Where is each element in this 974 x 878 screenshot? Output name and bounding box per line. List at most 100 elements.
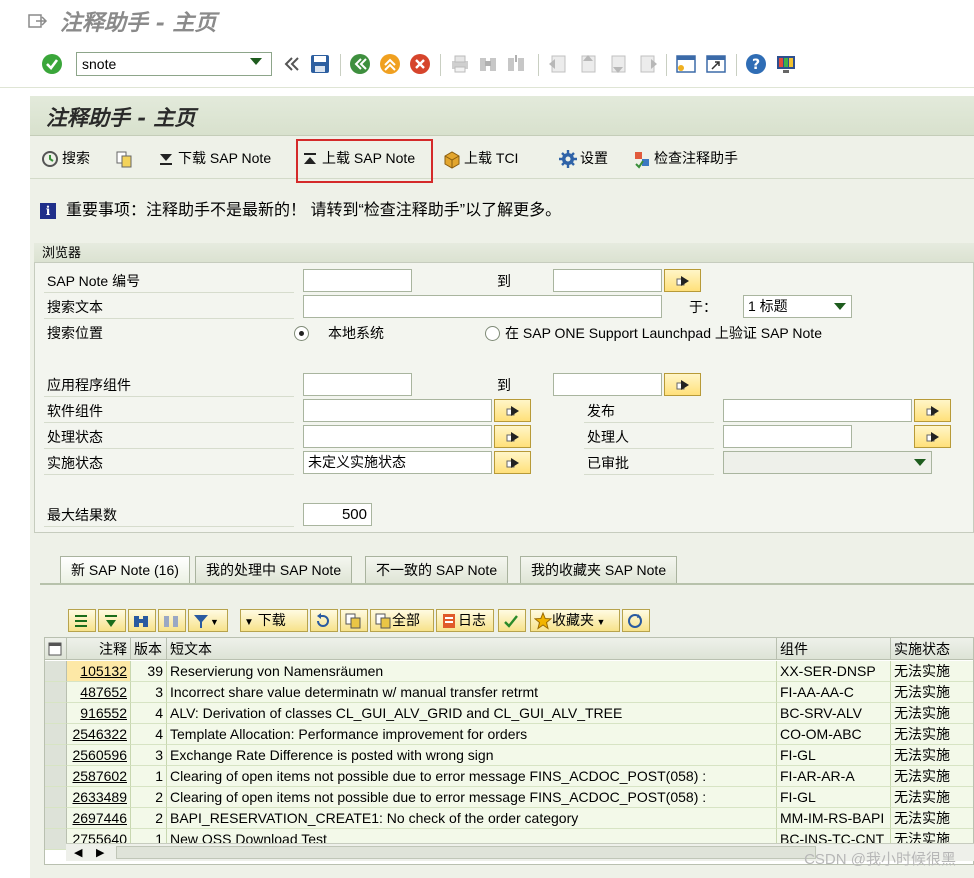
column-header-status[interactable]: 实施状态: [891, 638, 973, 660]
implementation-status-input[interactable]: 未定义实施状态: [303, 451, 492, 474]
table-row[interactable]: 105132 39 Reservierung von Namensräumen XX-…: [45, 661, 973, 682]
multiple-selection-button[interactable]: [664, 373, 701, 396]
download-dropdown-button[interactable]: ▼ 下载: [240, 609, 308, 632]
edit-button[interactable]: [498, 609, 526, 632]
row-selector[interactable]: [45, 766, 67, 787]
row-selector[interactable]: [45, 745, 67, 766]
scroll-right-icon[interactable]: ▶: [96, 844, 104, 861]
app-component-to-input[interactable]: [553, 373, 662, 396]
exit-icon[interactable]: [378, 52, 402, 76]
column-header-short-text[interactable]: 短文本: [167, 638, 777, 660]
note-link[interactable]: 105132: [80, 663, 127, 679]
processing-status-input[interactable]: [303, 425, 492, 448]
double-chevron-left-icon[interactable]: [280, 52, 304, 76]
new-session-icon[interactable]: [674, 52, 698, 76]
sort-ascending-button[interactable]: [68, 609, 96, 632]
print-icon[interactable]: [448, 52, 472, 76]
note-link[interactable]: 2546322: [72, 726, 127, 742]
multiple-selection-button[interactable]: [494, 399, 531, 422]
cell-note[interactable]: 2587602: [67, 766, 131, 787]
save-icon[interactable]: [308, 52, 332, 76]
note-link[interactable]: 2633489: [72, 789, 127, 805]
cell-note[interactable]: 916552: [67, 703, 131, 724]
download-note-button[interactable]: 下载 SAP Note: [156, 145, 271, 171]
note-number-to-input[interactable]: [553, 269, 662, 292]
row-selector[interactable]: [45, 703, 67, 724]
note-link[interactable]: 487652: [80, 684, 127, 700]
copy-button[interactable]: [114, 145, 136, 171]
cell-note[interactable]: 487652: [67, 682, 131, 703]
row-selector[interactable]: [45, 829, 67, 850]
filter-button[interactable]: ▼: [188, 609, 228, 632]
cell-note[interactable]: 2560596: [67, 745, 131, 766]
cell-note[interactable]: 2546322: [67, 724, 131, 745]
favorites-dropdown-button[interactable]: 收藏夹 ▼: [530, 609, 620, 632]
tab-in-process[interactable]: 我的处理中 SAP Note: [195, 556, 353, 583]
sort-descending-button[interactable]: [98, 609, 126, 632]
scroll-left-icon[interactable]: ◀: [74, 844, 82, 861]
app-component-from-input[interactable]: [303, 373, 412, 396]
row-selector[interactable]: [45, 724, 67, 745]
release-input[interactable]: [723, 399, 912, 422]
column-header-note[interactable]: 注释: [67, 638, 131, 660]
radio-local-system[interactable]: [294, 326, 309, 341]
tab-favorites[interactable]: 我的收藏夹 SAP Note: [520, 556, 678, 583]
all-button[interactable]: 全部: [370, 609, 434, 632]
radio-launchpad[interactable]: [485, 326, 500, 341]
table-row[interactable]: 487652 3 Incorrect share value determinatn…: [45, 682, 973, 703]
find-next-icon[interactable]: [504, 52, 528, 76]
sync-button[interactable]: [622, 609, 650, 632]
cancel-icon[interactable]: [408, 52, 432, 76]
log-button[interactable]: 日志: [436, 609, 494, 632]
multiple-selection-button[interactable]: [664, 269, 701, 292]
column-header-component[interactable]: 组件: [777, 638, 891, 660]
multiple-selection-button[interactable]: [494, 451, 531, 474]
grid-settings-button[interactable]: [45, 638, 67, 660]
table-row[interactable]: 916552 4 ALV: Derivation of classes CL_GUI…: [45, 703, 973, 724]
next-page-icon[interactable]: [606, 52, 630, 76]
prev-page-icon[interactable]: [576, 52, 600, 76]
scroll-thumb[interactable]: [116, 846, 816, 859]
copy-button[interactable]: [340, 609, 368, 632]
multiple-selection-button[interactable]: [494, 425, 531, 448]
chevron-down-icon[interactable]: [250, 58, 262, 65]
cell-note[interactable]: 2633489: [67, 787, 131, 808]
note-link[interactable]: 2587602: [72, 768, 127, 784]
shortcut-icon[interactable]: [704, 52, 728, 76]
search-text-input[interactable]: [303, 295, 662, 318]
find-icon[interactable]: [476, 52, 500, 76]
software-component-input[interactable]: [303, 399, 492, 422]
table-row[interactable]: 2546322 4 Template Allocation: Performance…: [45, 724, 973, 745]
chevron-down-icon[interactable]: [834, 303, 846, 310]
row-selector[interactable]: [45, 661, 67, 682]
row-selector[interactable]: [45, 787, 67, 808]
table-row[interactable]: 2697446 2 BAPI_RESERVATION_CREATE1: No che…: [45, 808, 973, 829]
processor-input[interactable]: [723, 425, 852, 448]
tab-new-notes[interactable]: 新 SAP Note (16): [60, 556, 190, 585]
note-link[interactable]: 916552: [80, 705, 127, 721]
row-selector[interactable]: [45, 682, 67, 703]
search-button[interactable]: 搜索: [40, 145, 90, 171]
note-link[interactable]: 2697446: [72, 810, 127, 826]
check-assistant-button[interactable]: 检查注释助手: [632, 145, 738, 171]
refresh-button[interactable]: [310, 609, 338, 632]
table-row[interactable]: 2587602 1 Clearing of open items not possi…: [45, 766, 973, 787]
first-page-icon[interactable]: [546, 52, 570, 76]
multiple-selection-button[interactable]: [914, 399, 951, 422]
row-selector[interactable]: [45, 808, 67, 829]
enter-check-icon[interactable]: [40, 52, 64, 76]
table-row[interactable]: 2560596 3 Exchange Rate Difference is post…: [45, 745, 973, 766]
multiple-selection-button[interactable]: [914, 425, 951, 448]
command-field[interactable]: snote: [76, 52, 272, 76]
note-link[interactable]: 2560596: [72, 747, 127, 763]
find-button[interactable]: [128, 609, 156, 632]
last-page-icon[interactable]: [636, 52, 660, 76]
settings-button[interactable]: 设置: [558, 145, 608, 171]
find-next-button[interactable]: [158, 609, 186, 632]
back-icon[interactable]: [348, 52, 372, 76]
approved-select[interactable]: [723, 451, 932, 474]
customize-icon[interactable]: [774, 52, 798, 76]
table-row[interactable]: 2633489 2 Clearing of open items not possi…: [45, 787, 973, 808]
column-header-version[interactable]: 版本: [131, 638, 167, 660]
max-results-input[interactable]: 500: [303, 503, 372, 526]
